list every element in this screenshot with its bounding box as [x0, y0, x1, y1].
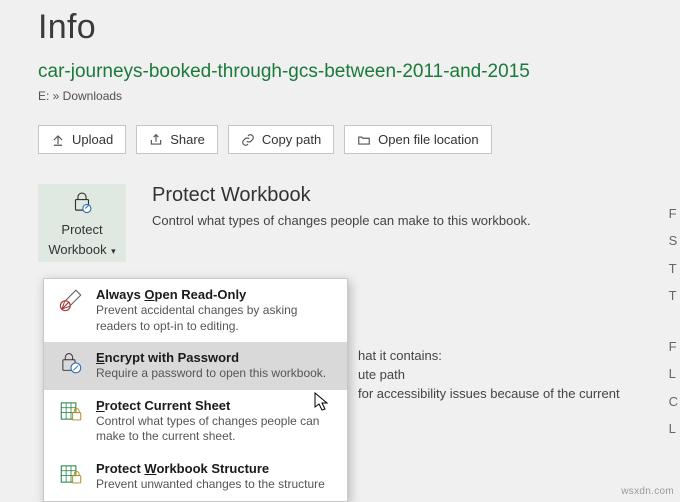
pencil-readonly-icon — [58, 287, 84, 313]
structure-lock-icon — [58, 461, 84, 487]
menu-item-title: Protect Workbook Structure — [96, 461, 339, 476]
copy-path-button[interactable]: Copy path — [228, 125, 334, 154]
menu-item-title: Always Open Read-Only — [96, 287, 339, 302]
sheet-lock-icon — [58, 398, 84, 424]
upload-label: Upload — [72, 132, 113, 147]
copy-path-label: Copy path — [262, 132, 321, 147]
open-loc-label: Open file location — [378, 132, 478, 147]
bg-text-3: for accessibility issues because of the … — [358, 384, 620, 404]
protect-workbook-section: Protect Workbook ▾ Protect Workbook Cont… — [38, 184, 642, 262]
open-file-location-button[interactable]: Open file location — [344, 125, 491, 154]
folder-open-icon — [357, 133, 371, 147]
file-name: car-journeys-booked-through-gcs-between-… — [38, 61, 642, 83]
protect-btn-line1: Protect — [61, 222, 102, 238]
upload-button[interactable]: Upload — [38, 125, 126, 154]
menu-item-desc: Prevent unwanted changes to the structur… — [96, 477, 339, 493]
menu-item-protect-structure[interactable]: Protect Workbook Structure Prevent unwan… — [44, 453, 347, 501]
share-label: Share — [170, 132, 205, 147]
menu-item-title: Protect Current Sheet — [96, 398, 339, 413]
protect-workbook-menu: Always Open Read-Only Prevent accidental… — [43, 278, 348, 502]
lock-key-icon — [58, 350, 84, 376]
link-icon — [241, 133, 255, 147]
bg-text-2: ute path — [358, 365, 405, 385]
menu-item-title: Encrypt with Password — [96, 350, 339, 365]
watermark: wsxdn.com — [621, 486, 674, 497]
menu-item-desc: Prevent accidental changes by asking rea… — [96, 303, 339, 334]
menu-item-read-only[interactable]: Always Open Read-Only Prevent accidental… — [44, 279, 347, 342]
protect-desc: Control what types of changes people can… — [152, 213, 531, 228]
bg-text-1: hat it contains: — [358, 346, 442, 366]
protect-workbook-button[interactable]: Protect Workbook ▾ — [38, 184, 126, 262]
protect-heading: Protect Workbook — [152, 184, 531, 207]
breadcrumb-path: E: » Downloads — [38, 89, 642, 103]
menu-item-desc: Control what types of changes people can… — [96, 414, 339, 445]
share-icon — [149, 133, 163, 147]
page-title: Info — [38, 8, 642, 47]
menu-item-protect-sheet[interactable]: Protect Current Sheet Control what types… — [44, 390, 347, 453]
chevron-down-icon: ▾ — [109, 246, 116, 256]
properties-panel-edge: F S T T F L C L — [669, 200, 678, 442]
menu-item-desc: Require a password to open this workbook… — [96, 366, 339, 382]
share-button[interactable]: Share — [136, 125, 218, 154]
protect-btn-line2: Workbook — [48, 242, 106, 257]
toolbar: Upload Share Copy path Open file locatio… — [38, 125, 642, 154]
lock-icon — [68, 189, 96, 219]
upload-icon — [51, 133, 65, 147]
menu-item-encrypt-password[interactable]: Encrypt with Password Require a password… — [44, 342, 347, 390]
